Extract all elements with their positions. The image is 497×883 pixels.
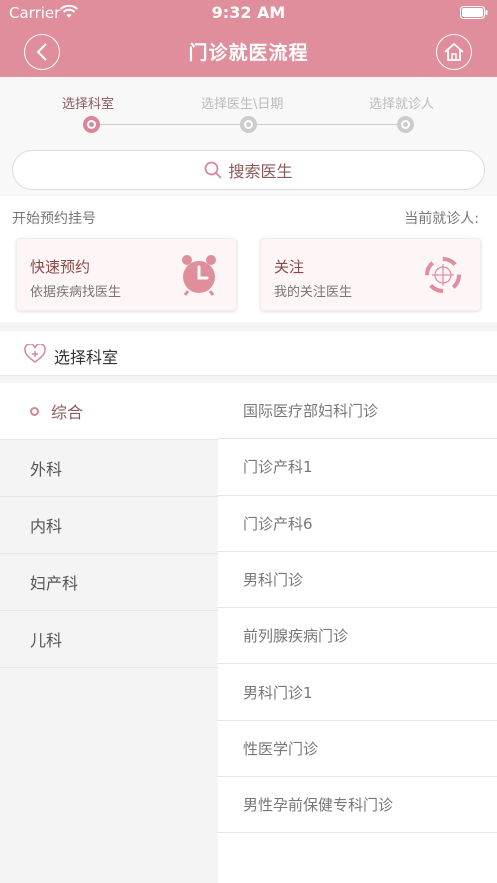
search-doctor-button[interactable]: 搜索医生 (12, 150, 485, 190)
heart-medical-icon (24, 344, 46, 363)
quick-booking-card[interactable]: 快速预约 依据疾病找医生 (16, 238, 237, 311)
step-1-label: 选择科室 (62, 97, 115, 112)
home-button[interactable] (436, 34, 472, 70)
app-header: Carrier 9:32 AM 门诊就医流程 (0, 0, 497, 77)
department-list: 国际医疗部妇科门诊 门诊产科1 门诊产科6 男科门诊 前列腺疾病门诊 男科门诊1… (218, 383, 497, 883)
step-3-dot (397, 116, 414, 133)
department-item[interactable]: 前列腺疾病门诊 (218, 608, 497, 665)
category-item-pediatrics[interactable]: 儿科 (0, 611, 218, 668)
department-item[interactable]: 男科门诊1 (218, 664, 497, 721)
category-label: 内科 (30, 517, 63, 536)
status-time: 9:32 AM (211, 3, 286, 22)
quick-booking-title: 快速预约 (30, 258, 91, 276)
department-item[interactable]: 门诊产科6 (218, 496, 497, 552)
step-2-label: 选择医生\日期 (201, 97, 284, 112)
category-label: 儿科 (30, 631, 63, 650)
quick-booking-subtitle: 依据疾病找医生 (30, 285, 122, 300)
quick-booking-section: 开始预约挂号 当前就诊人: 快速预约 依据疾病找医生 关注 我的关注医生 (0, 196, 497, 322)
step-2-dot (240, 116, 257, 133)
battery-icon (460, 6, 488, 19)
department-section-title: 选择科室 (54, 348, 119, 367)
category-item-surgery[interactable]: 外科 (0, 440, 218, 497)
department-item[interactable]: 男科门诊 (218, 552, 497, 609)
category-item-internal[interactable]: 内科 (0, 497, 218, 554)
step-1-dot (83, 116, 100, 133)
department-item[interactable]: 性医学门诊 (218, 721, 497, 778)
category-label: 外科 (30, 460, 63, 479)
department-item[interactable]: 门诊产科1 (218, 439, 497, 496)
current-patient-label[interactable]: 当前就诊人: (404, 208, 479, 228)
status-bar: Carrier 9:32 AM (0, 0, 497, 26)
target-icon (425, 257, 461, 293)
search-label: 搜索医生 (228, 162, 293, 181)
category-label: 综合 (51, 403, 84, 422)
step-3-label: 选择就诊人 (369, 97, 435, 112)
step-progress: 选择科室 选择医生\日期 选择就诊人 搜索医生 (0, 77, 497, 195)
follow-card[interactable]: 关注 我的关注医生 (260, 238, 481, 311)
department-section-header: 选择科室 (0, 331, 497, 376)
department-item[interactable]: 国际医疗部妇科门诊 (218, 383, 497, 440)
booking-start-label: 开始预约挂号 (12, 211, 96, 227)
home-icon (444, 42, 464, 61)
selected-dot-icon (30, 406, 39, 416)
page-title: 门诊就医流程 (188, 42, 309, 64)
category-item-general[interactable]: 综合 (0, 383, 218, 440)
category-label: 妇产科 (30, 574, 79, 593)
category-list: 综合 外科 内科 妇产科 儿科 (0, 383, 218, 883)
follow-title: 关注 (274, 258, 305, 276)
follow-subtitle: 我的关注医生 (274, 285, 353, 300)
department-item[interactable]: 男性孕前保健专科门诊 (218, 777, 497, 834)
category-item-obstetrics[interactable]: 妇产科 (0, 554, 218, 611)
search-icon (205, 161, 223, 179)
alarm-clock-icon (182, 255, 216, 296)
